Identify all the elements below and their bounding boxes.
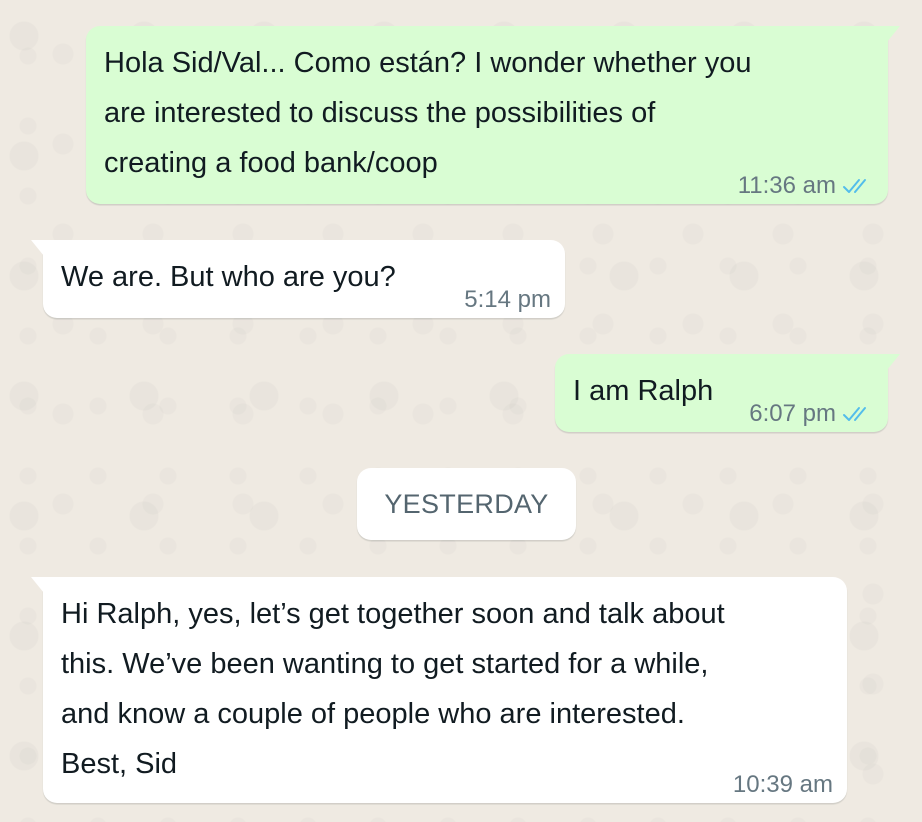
double-check-read-icon (842, 405, 874, 423)
message-time: 5:14 pm (464, 286, 551, 313)
message-bubble-incoming[interactable]: We are. But who are you? 5:14 pm (31, 240, 565, 318)
message-text: Hola Sid/Val... Como están? I wonder whe… (104, 47, 752, 179)
message-text: Hi Ralph, yes, let’s get together soon a… (61, 598, 725, 780)
double-check-read-icon (842, 177, 874, 195)
message-time: 10:39 am (732, 771, 833, 798)
date-divider: YESTERDAY (357, 468, 576, 540)
message-meta: 5:14 pm (464, 286, 551, 314)
message-time: 6:07 pm (749, 400, 836, 427)
message-time: 11:36 am (737, 172, 836, 199)
message-bubble-outgoing[interactable]: I am Ralph 6:07 pm (555, 354, 900, 432)
message-bubble-incoming[interactable]: Hi Ralph, yes, let’s get together soon a… (31, 577, 847, 803)
message-meta: 10:39 am (733, 771, 833, 799)
message-meta: 6:07 pm (749, 400, 874, 428)
message-meta: 11:36 am (738, 172, 874, 200)
message-bubble-outgoing[interactable]: Hola Sid/Val... Como están? I wonder whe… (86, 26, 900, 204)
